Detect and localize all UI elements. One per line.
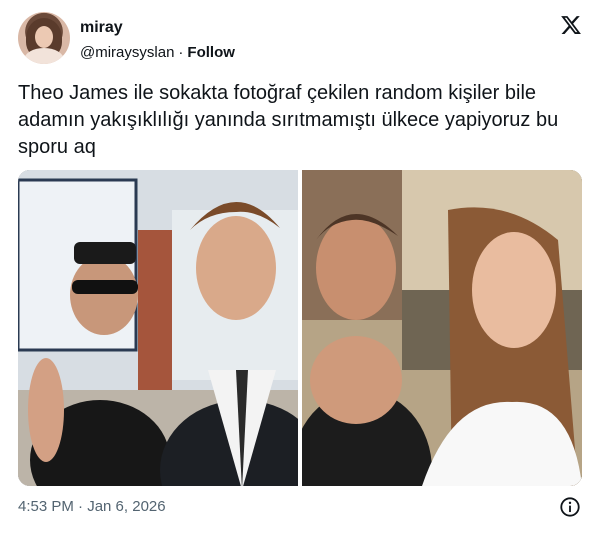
photo-left[interactable] [18,170,298,486]
avatar[interactable] [18,12,70,64]
author-names: miray @miraysyslan · Follow [80,18,235,63]
handle[interactable]: @miraysyslan [80,44,174,61]
follow-button[interactable]: Follow [187,44,235,61]
separator-dot: · [178,44,184,61]
avatar-face [35,26,53,48]
info-icon[interactable] [559,496,581,518]
photo-right-illustration [302,170,582,486]
media-grid[interactable] [18,170,582,486]
tweet-text: Theo James ile sokakta fotoğraf çekilen … [18,82,559,158]
tweet-header: miray @miraysyslan · Follow [18,12,584,66]
display-name[interactable]: miray [80,18,235,38]
photo-left-illustration [18,170,298,486]
handle-row: @miraysyslan · Follow [80,43,235,63]
timestamp[interactable]: 4:53 PM · Jan 6, 2026 [18,497,166,517]
photo-right[interactable] [302,170,582,486]
x-logo-icon[interactable] [560,14,582,36]
